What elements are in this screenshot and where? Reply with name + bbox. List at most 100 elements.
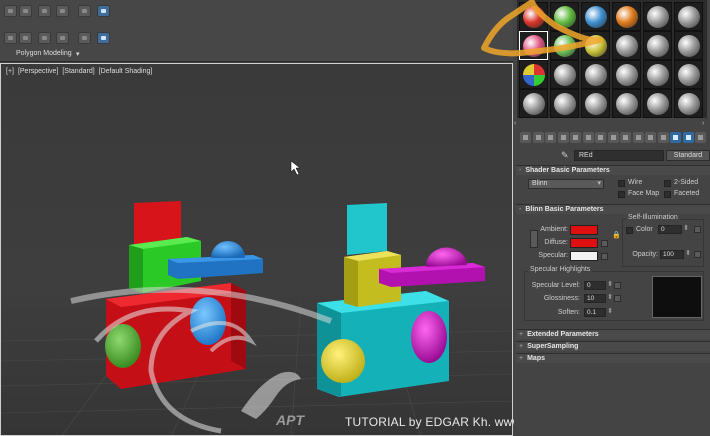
material-slot[interactable] [581, 31, 610, 60]
material-slot[interactable] [612, 89, 641, 118]
glossiness-map-button[interactable] [614, 295, 621, 302]
glossiness-value[interactable]: 10 [584, 294, 613, 303]
logo-text: APT [276, 412, 304, 428]
material-slot[interactable] [550, 60, 579, 89]
material-slot[interactable] [643, 2, 672, 31]
material-toolbar-button[interactable] [595, 132, 606, 143]
material-sample-slots [517, 0, 707, 118]
material-slot[interactable] [581, 89, 610, 118]
scroll-right-icon[interactable]: › [702, 120, 704, 127]
material-slot[interactable] [674, 89, 703, 118]
material-slot[interactable] [550, 89, 579, 118]
material-toolbar-button[interactable] [570, 132, 581, 143]
extended-parameters-rollout[interactable]: + Extended Parameters [516, 329, 710, 339]
material-slot[interactable] [581, 60, 610, 89]
material-slot[interactable] [612, 60, 641, 89]
diffuse-map-button[interactable] [601, 240, 608, 247]
material-type-button[interactable]: Standard [666, 150, 710, 161]
specular-level-value[interactable]: 0 [584, 281, 613, 290]
ribbon-tool-button[interactable] [56, 5, 69, 17]
material-toolbar-button[interactable] [620, 132, 631, 143]
specular-label: Specular: [538, 252, 568, 259]
soften-value[interactable]: 0.1 [584, 308, 613, 317]
material-toolbar-button[interactable] [682, 132, 694, 143]
material-toolbar-button[interactable] [657, 132, 669, 143]
material-slot[interactable] [550, 2, 579, 31]
shader-rollout-header[interactable]: - Shader Basic Parameters [516, 165, 710, 175]
face-map-checkbox[interactable] [618, 191, 625, 198]
ribbon-tool-button[interactable] [56, 32, 69, 44]
material-toolbar-button[interactable] [632, 132, 644, 143]
perspective-viewport[interactable]: [+] [Perspective] [Standard] [Default Sh… [0, 63, 513, 436]
material-slot[interactable] [612, 2, 641, 31]
ambient-color-swatch[interactable] [570, 225, 598, 235]
material-sphere [616, 93, 638, 115]
wire-checkbox[interactable] [618, 180, 625, 187]
specular-level-map-button[interactable] [614, 282, 621, 289]
material-toolbar-button[interactable] [582, 132, 594, 143]
material-toolbar-button[interactable] [520, 132, 531, 143]
scroll-left-icon[interactable]: ‹ [514, 120, 516, 127]
eyedropper-icon[interactable]: ✎ [561, 150, 571, 161]
self-illum-value[interactable]: 0 [658, 225, 689, 234]
material-toolbar-button[interactable] [532, 132, 544, 143]
active-slot-highlight [519, 31, 548, 60]
diffuse-color-swatch[interactable] [570, 238, 598, 248]
material-sphere [678, 64, 700, 86]
ribbon-tab-label[interactable]: Polygon Modeling [16, 50, 72, 57]
material-toolbar-button[interactable] [607, 132, 619, 143]
chevron-down-icon[interactable]: ▾ [76, 50, 80, 58]
ribbon-tool-button[interactable] [38, 32, 51, 44]
material-sphere [616, 6, 638, 28]
material-slot[interactable] [643, 31, 672, 60]
maps-rollout[interactable]: + Maps [516, 353, 710, 363]
opacity-value[interactable]: 100 [660, 250, 691, 259]
material-sphere [554, 35, 576, 57]
material-toolbar-button[interactable] [545, 132, 556, 143]
material-slot[interactable] [581, 2, 610, 31]
specular-level-label: Specular Level: [531, 282, 580, 289]
ribbon-tool-button[interactable] [78, 5, 91, 17]
ribbon-tool-button-active[interactable] [97, 5, 110, 17]
lock-icon[interactable]: 🔒 [612, 231, 621, 239]
material-slot[interactable] [519, 89, 548, 118]
material-slot[interactable] [674, 2, 703, 31]
ribbon-tool-button[interactable] [4, 5, 17, 17]
self-illum-map-button[interactable] [694, 226, 701, 233]
opacity-map-button[interactable] [694, 251, 701, 258]
material-slot[interactable] [612, 31, 641, 60]
ribbon-tool-button[interactable] [38, 5, 51, 17]
material-toolbar-button[interactable] [670, 132, 681, 143]
material-slot[interactable] [674, 60, 703, 89]
shader-type-dropdown[interactable]: Blinn [528, 179, 604, 189]
material-slot[interactable] [519, 60, 548, 89]
material-slot[interactable] [643, 89, 672, 118]
ribbon-tool-button-active[interactable] [97, 32, 110, 44]
material-sphere [585, 64, 607, 86]
blinn-rollout-header[interactable]: - Blinn Basic Parameters [516, 204, 710, 214]
ribbon-tool-button[interactable] [4, 32, 17, 44]
supersampling-rollout[interactable]: + SuperSampling [516, 341, 710, 351]
faceted-checkbox[interactable] [664, 191, 671, 198]
ambient-label: Ambient: [540, 226, 568, 233]
material-toolbar-button[interactable] [695, 132, 706, 143]
material-sphere [523, 64, 545, 86]
material-slot[interactable] [643, 60, 672, 89]
self-illum-color-checkbox[interactable] [626, 227, 633, 234]
ribbon-tool-button[interactable] [78, 32, 91, 44]
specular-color-swatch[interactable] [570, 251, 598, 261]
ribbon-tool-button[interactable] [19, 5, 32, 17]
material-slot[interactable] [674, 31, 703, 60]
material-toolbar-button[interactable] [557, 132, 569, 143]
two-sided-checkbox[interactable] [664, 180, 671, 187]
material-name-field[interactable]: REd [574, 150, 664, 161]
specular-map-button[interactable] [601, 253, 608, 260]
material-slot[interactable] [519, 2, 548, 31]
self-illum-color-label: Color [636, 226, 653, 233]
material-slot[interactable] [550, 31, 579, 60]
material-sphere [647, 35, 669, 57]
material-toolbar-button[interactable] [645, 132, 656, 143]
soften-label: Soften: [557, 309, 580, 316]
ribbon-tool-button[interactable] [19, 32, 32, 44]
opacity-label: Opacity: [632, 251, 658, 258]
